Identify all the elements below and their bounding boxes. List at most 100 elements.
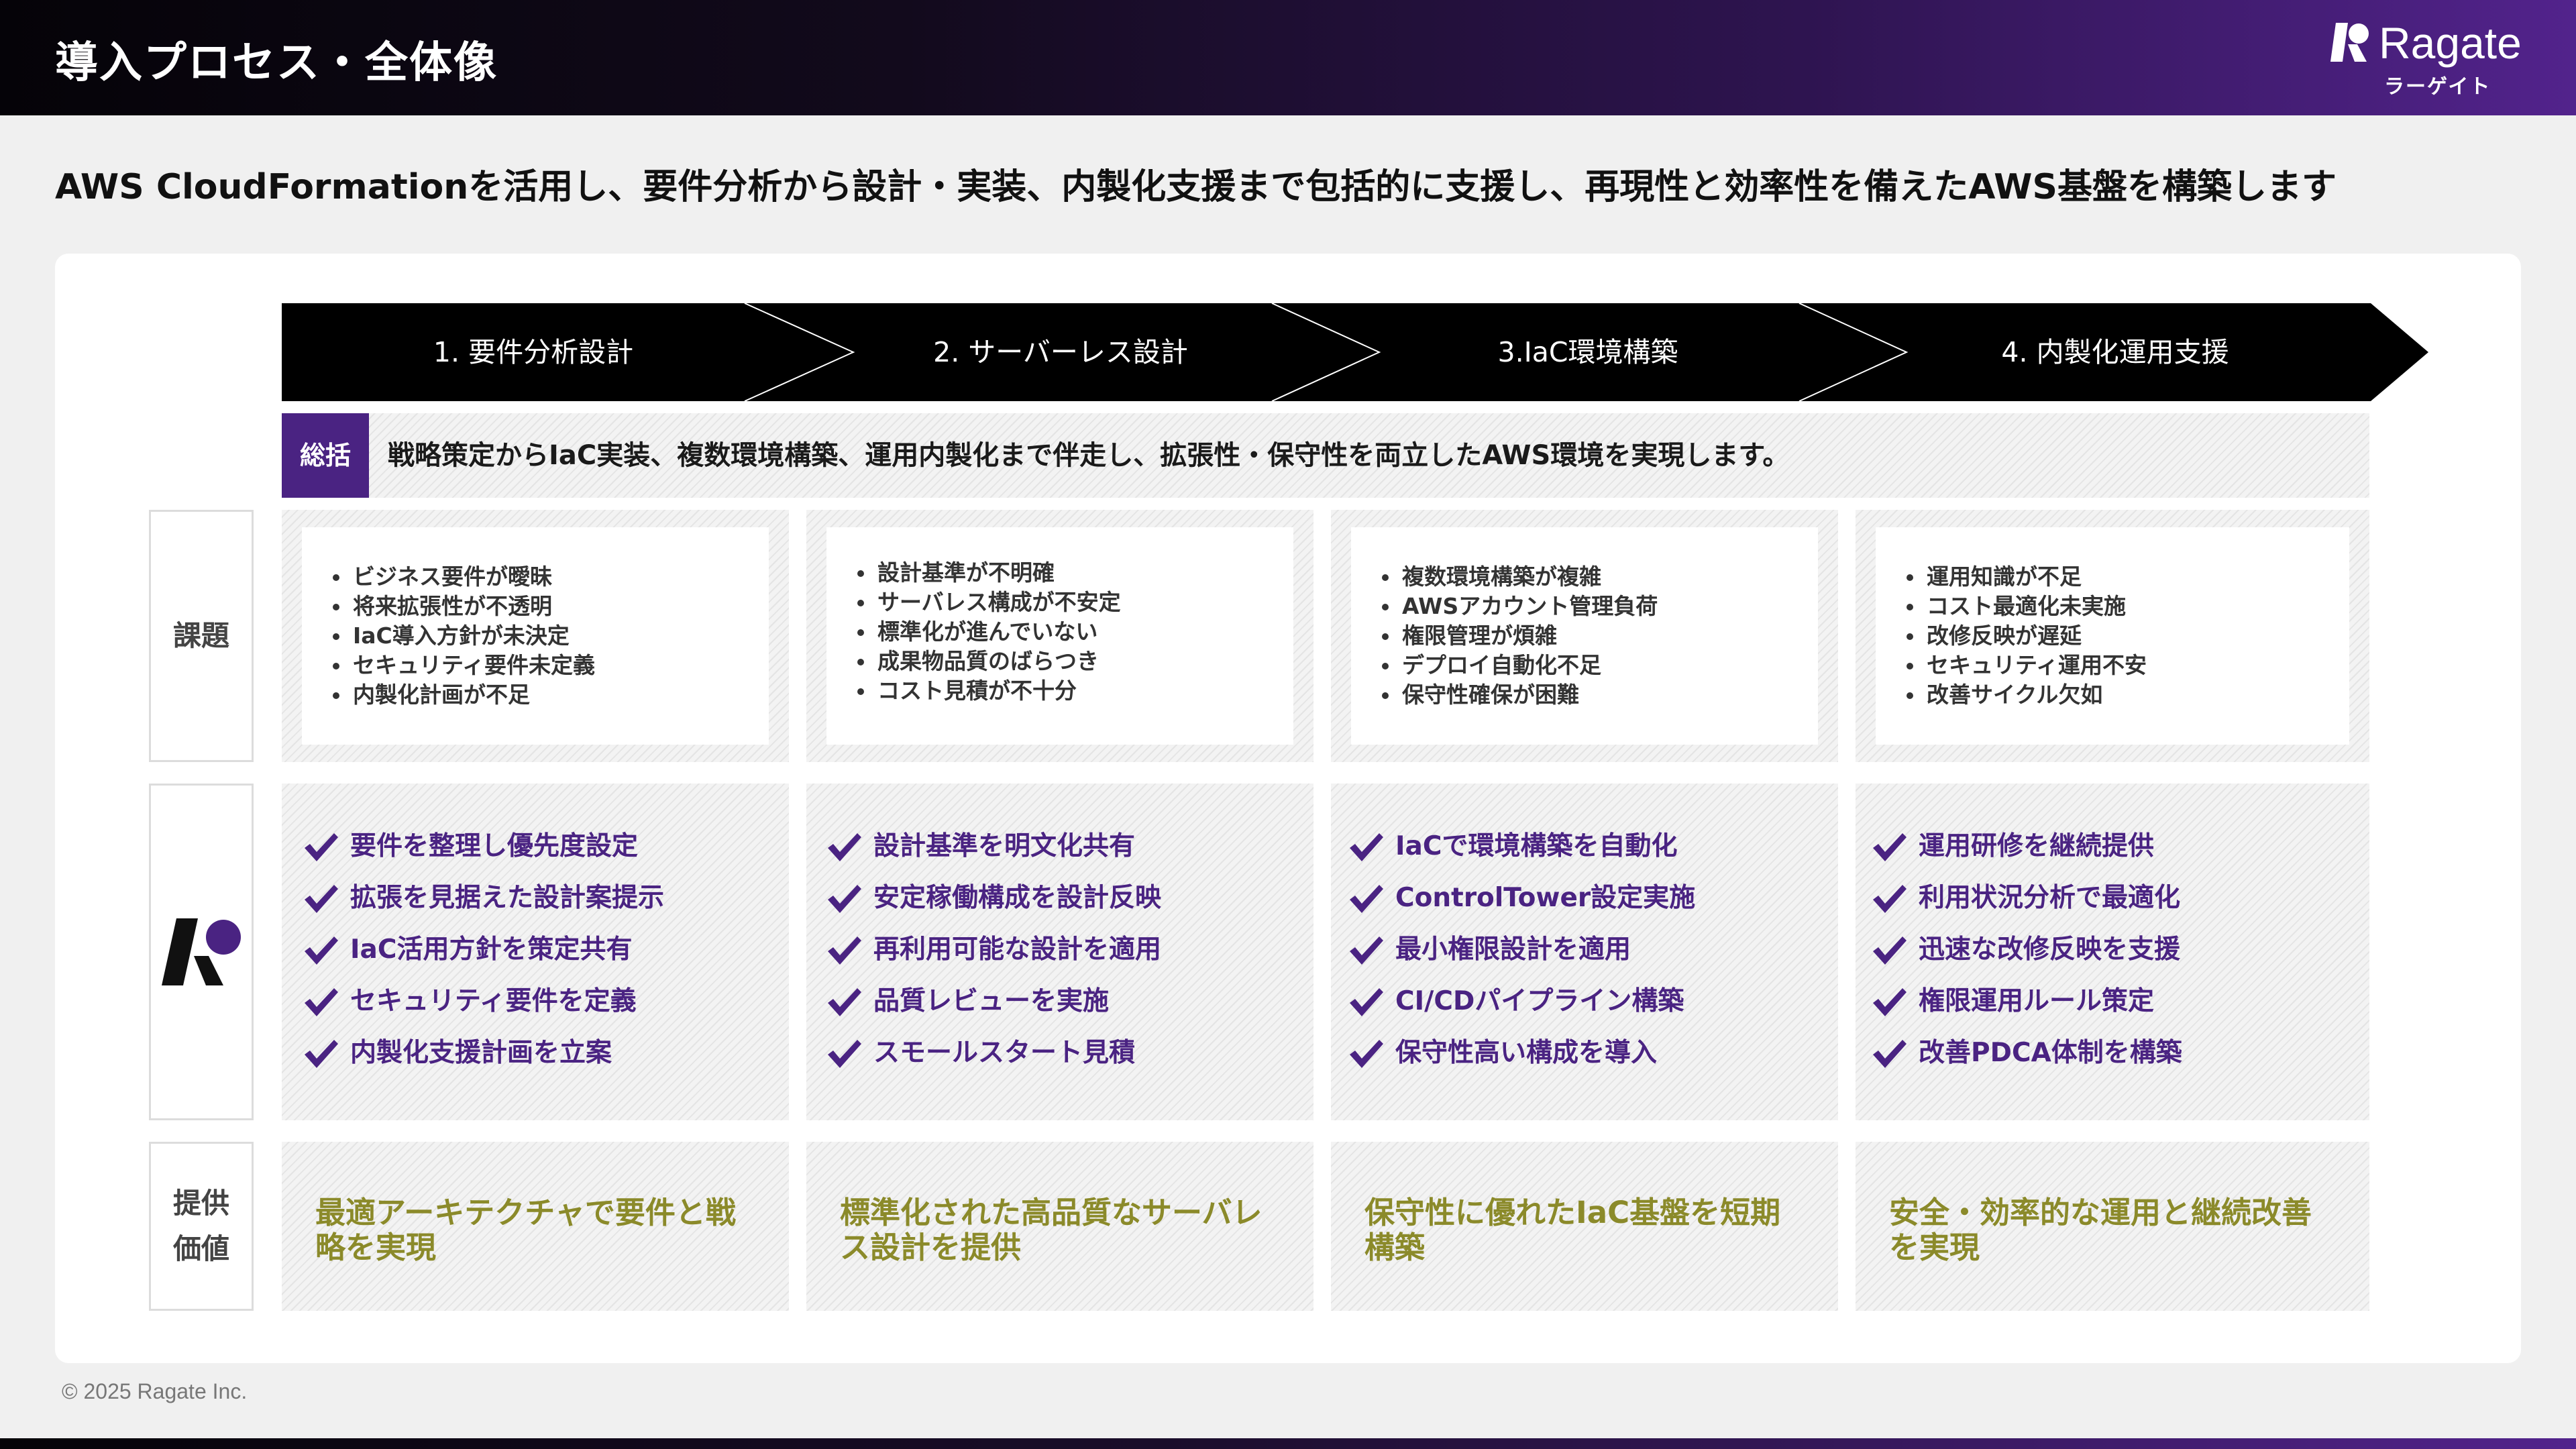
solution-text: 運用研修を継続提供 bbox=[1919, 831, 2155, 861]
list-item: 運用知識が不足 bbox=[1904, 562, 2147, 592]
solution-text: ControlTower設定実施 bbox=[1395, 883, 1696, 913]
check-icon bbox=[1350, 988, 1383, 1016]
ragate-logo-icon bbox=[2330, 23, 2369, 62]
value-text: 保守性に優れたIaC基盤を短期構築 bbox=[1364, 1195, 1781, 1265]
row-label-value-line1: 提供 bbox=[172, 1187, 229, 1220]
value-text: 最適アーキテクチャで要件と戦略を実現 bbox=[315, 1195, 736, 1265]
list-item: 改善サイクル欠如 bbox=[1904, 680, 2147, 710]
summary-text: 戦略策定からIaC実装、複数環境構築、運用内製化まで伴走し、拡張性・保守性を両立… bbox=[388, 440, 1790, 471]
check-icon bbox=[828, 988, 861, 1016]
copyright: © 2025 Ragate Inc. bbox=[62, 1379, 248, 1403]
issue-list: 運用知識が不足 コスト最適化未実施 改修反映が遅延 セキュリティ運用不安 改善サ… bbox=[1904, 562, 2147, 710]
list-item: セキュリティ運用不安 bbox=[1904, 651, 2147, 680]
solution-text: 拡張を見据えた設計案提示 bbox=[350, 883, 665, 913]
row-label-issues: 課題 bbox=[149, 510, 254, 762]
list-item: 改修反映が遅延 bbox=[1904, 621, 2147, 651]
solution-text: IaCで環境構築を自動化 bbox=[1395, 831, 1678, 861]
header-bar: 導入プロセス・全体像 Ragate ラーゲイト bbox=[0, 0, 2576, 115]
summary-row: 総括 戦略策定からIaC実装、複数環境構築、運用内製化まで伴走し、拡張性・保守性… bbox=[282, 413, 2369, 498]
solution-text: 安定稼働構成を設計反映 bbox=[873, 883, 1162, 913]
list-item: コスト最適化未実施 bbox=[1904, 592, 2147, 621]
solution-text: 改善PDCA体制を構築 bbox=[1919, 1038, 2182, 1068]
issue-cell-1: ビジネス要件が曖昧 将来拡張性が不透明 IaC導入方針が未決定 セキュリティ要件… bbox=[282, 510, 789, 762]
step-4-label: 4. 内製化運用支援 bbox=[2001, 336, 2229, 368]
logo-kana: ラーゲイト bbox=[2384, 75, 2491, 99]
list-item: 再利用可能な設計を適用 bbox=[826, 931, 1161, 983]
solution-cell-1: 要件を整理し優先度設定 拡張を見据えた設計案提示 IaC活用方針を策定共有 セキ… bbox=[282, 784, 789, 1120]
issue-list: 複数環境構築が複雑 AWSアカウント管理負荷 権限管理が煩雑 デプロイ自動化不足… bbox=[1379, 562, 1658, 710]
logo-text: Ragate bbox=[2379, 18, 2522, 68]
ragate-logo-icon bbox=[162, 918, 241, 985]
solution-list: 運用研修を継続提供 利用状況分析で最適化 迅速な改修反映を支援 権限運用ルール策… bbox=[1872, 828, 2182, 1086]
row-label-value: 提供 価値 bbox=[149, 1142, 254, 1311]
issue-cell-4: 運用知識が不足 コスト最適化未実施 改修反映が遅延 セキュリティ運用不安 改善サ… bbox=[1856, 510, 2369, 762]
check-icon bbox=[305, 885, 338, 913]
list-item: スモールスタート見積 bbox=[826, 1034, 1161, 1086]
value-cell-3: 保守性に優れたIaC基盤を短期構築 bbox=[1331, 1142, 1838, 1311]
list-item: セキュリティ要件未定義 bbox=[330, 651, 595, 680]
check-icon bbox=[828, 885, 861, 913]
solution-list: 要件を整理し優先度設定 拡張を見据えた設計案提示 IaC活用方針を策定共有 セキ… bbox=[303, 828, 664, 1086]
value-text: 安全・効率的な運用と継続改善を実現 bbox=[1889, 1195, 2312, 1265]
list-item: 成果物品質のばらつき bbox=[855, 647, 1121, 676]
solution-text: セキュリティ要件を定義 bbox=[350, 986, 637, 1016]
list-item: 安定稼働構成を設計反映 bbox=[826, 879, 1161, 931]
subtitle: AWS CloudFormationを活用し、要件分析から設計・実装、内製化支援… bbox=[55, 167, 2337, 207]
list-item: 将来拡張性が不透明 bbox=[330, 592, 595, 621]
solution-text: 再利用可能な設計を適用 bbox=[873, 934, 1162, 965]
list-item: ビジネス要件が曖昧 bbox=[330, 562, 595, 592]
solution-text: IaC活用方針を策定共有 bbox=[350, 934, 633, 965]
list-item: 拡張を見据えた設計案提示 bbox=[303, 879, 664, 931]
check-icon bbox=[1873, 833, 1907, 861]
check-icon bbox=[1350, 936, 1383, 965]
list-item: 最小権限設計を適用 bbox=[1348, 931, 1695, 983]
solution-text: 設計基準を明文化共有 bbox=[873, 831, 1136, 861]
check-icon bbox=[305, 988, 338, 1016]
row-label-issues-text: 課題 bbox=[172, 619, 229, 652]
row-label-solutions bbox=[149, 784, 254, 1120]
value-cell-1: 最適アーキテクチャで要件と戦略を実現 bbox=[282, 1142, 789, 1311]
check-icon bbox=[1350, 1040, 1383, 1068]
check-icon bbox=[828, 833, 861, 861]
list-item: 複数環境構築が複雑 bbox=[1379, 562, 1658, 592]
list-item: 内製化計画が不足 bbox=[330, 680, 595, 710]
list-item: IaCで環境構築を自動化 bbox=[1348, 828, 1695, 879]
list-item: 迅速な改修反映を支援 bbox=[1872, 931, 2182, 983]
list-item: 権限運用ルール策定 bbox=[1872, 983, 2182, 1034]
solution-list: 設計基準を明文化共有 安定稼働構成を設計反映 再利用可能な設計を適用 品質レビュ… bbox=[826, 828, 1161, 1086]
list-item: IaC導入方針が未決定 bbox=[330, 621, 595, 651]
solution-text: 利用状況分析で最適化 bbox=[1919, 883, 2181, 913]
list-item: IaC活用方針を策定共有 bbox=[303, 931, 664, 983]
solution-text: スモールスタート見積 bbox=[873, 1038, 1136, 1068]
list-item: 品質レビューを実施 bbox=[826, 983, 1161, 1034]
issue-cell-2: 設計基準が不明確 サーバレス構成が不安定 標準化が進んでいない 成果物品質のばら… bbox=[806, 510, 1313, 762]
list-item: 運用研修を継続提供 bbox=[1872, 828, 2182, 879]
list-item: 要件を整理し優先度設定 bbox=[303, 828, 664, 879]
solution-text: 権限運用ルール策定 bbox=[1919, 986, 2155, 1016]
step-3-label: 3.IaC環境構築 bbox=[1497, 336, 1678, 368]
page-title: 導入プロセス・全体像 bbox=[55, 38, 498, 88]
list-item: 設計基準が不明確 bbox=[855, 558, 1121, 588]
list-item: 改善PDCA体制を構築 bbox=[1872, 1034, 2182, 1086]
step-1-label: 1. 要件分析設計 bbox=[433, 336, 634, 368]
solution-text: CI/CDパイプライン構築 bbox=[1395, 986, 1684, 1016]
solution-text: 要件を整理し優先度設定 bbox=[350, 831, 639, 861]
check-icon bbox=[1350, 833, 1383, 861]
list-item: 権限管理が煩雑 bbox=[1379, 621, 1658, 651]
solution-list: IaCで環境構築を自動化 ControlTower設定実施 最小権限設計を適用 … bbox=[1348, 828, 1695, 1086]
list-item: CI/CDパイプライン構築 bbox=[1348, 983, 1695, 1034]
list-item: 保守性確保が困難 bbox=[1379, 680, 1658, 710]
list-item: 標準化が進んでいない bbox=[855, 617, 1121, 647]
check-icon bbox=[305, 936, 338, 965]
check-icon bbox=[1873, 936, 1907, 965]
solution-text: 最小権限設計を適用 bbox=[1395, 934, 1631, 965]
value-text: 標準化された高品質なサーバレス設計を提供 bbox=[840, 1195, 1263, 1265]
check-icon bbox=[828, 936, 861, 965]
list-item: ControlTower設定実施 bbox=[1348, 879, 1695, 931]
list-item: セキュリティ要件を定義 bbox=[303, 983, 664, 1034]
ragate-logo: Ragate ラーゲイト bbox=[2328, 18, 2529, 99]
list-item: 内製化支援計画を立案 bbox=[303, 1034, 664, 1086]
solution-cell-2: 設計基準を明文化共有 安定稼働構成を設計反映 再利用可能な設計を適用 品質レビュ… bbox=[806, 784, 1313, 1120]
summary-badge: 総括 bbox=[282, 413, 369, 498]
issue-list: 設計基準が不明確 サーバレス構成が不安定 標準化が進んでいない 成果物品質のばら… bbox=[855, 558, 1121, 706]
